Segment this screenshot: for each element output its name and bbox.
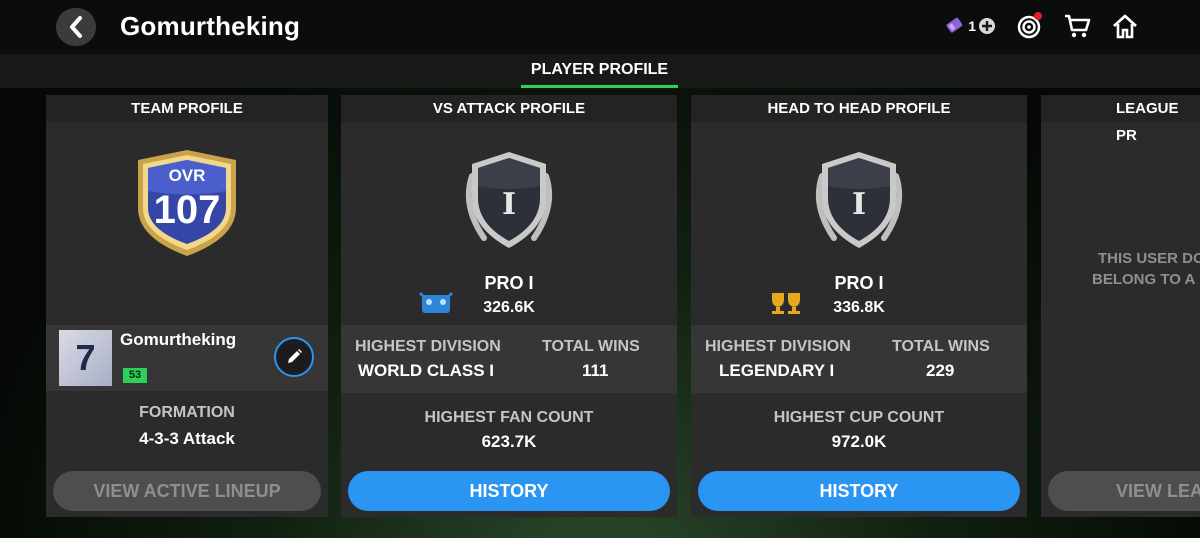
vs-attack-total-wins-value: 111 (582, 361, 609, 380)
league-profile-card: LEAGUE PR THIS USER DO BELONG TO A VIEW … (1041, 95, 1200, 517)
vs-attack-fan-count-label: HIGHEST FAN COUNT (424, 409, 594, 426)
player-name: Gomurtheking (120, 330, 237, 349)
ovr-label: OVR (169, 166, 206, 185)
head-to-head-rank: PRO I (834, 273, 884, 293)
head-to-head-total-wins-label: TOTAL WINS (892, 338, 990, 355)
tab-strip: PLAYER PROFILE (0, 54, 1200, 88)
head-to-head-highest-division-label: HIGHEST DIVISION (705, 338, 851, 355)
formation-label: FORMATION (139, 404, 235, 421)
jersey-number: 7 (75, 337, 96, 378)
level-badge: 53 (123, 368, 147, 383)
token-count: 1 (968, 18, 976, 34)
ovr-badge: OVR 107 (138, 150, 236, 256)
add-icon[interactable] (978, 17, 996, 35)
token-icon (946, 17, 963, 33)
head-to-head-history-button[interactable]: HISTORY (698, 471, 1020, 511)
pencil-icon (288, 349, 302, 363)
home-button[interactable] (1110, 11, 1140, 41)
objectives-button[interactable] (1014, 11, 1044, 41)
chevron-left-icon (70, 16, 82, 38)
view-league-button[interactable]: VIEW LEA (1048, 471, 1200, 511)
view-active-lineup-button[interactable]: VIEW ACTIVE LINEUP (53, 471, 321, 511)
head-to-head-total-wins-value: 229 (926, 361, 955, 380)
ovr-value: 107 (154, 188, 221, 232)
head-to-head-profile-card: HEAD TO HEAD PROFILE I PRO I 336.8K HIGH… (691, 95, 1027, 517)
head-to-head-stats-band (691, 325, 1027, 393)
rank-numeral: I (502, 187, 516, 222)
head-to-head-points: 336.8K (833, 299, 885, 316)
rank-numeral: I (852, 187, 866, 222)
head-to-head-highest-division-value: LEGENDARY I (719, 361, 835, 380)
head-to-head-cup-count-label: HIGHEST CUP COUNT (773, 409, 945, 426)
vs-attack-total-wins-label: TOTAL WINS (542, 338, 640, 355)
head-to-head-header: HEAD TO HEAD PROFILE (691, 95, 1027, 122)
top-icons: 1 (944, 11, 1140, 41)
vs-attack-rank: PRO I (484, 273, 534, 293)
vs-attack-points: 326.6K (483, 299, 535, 316)
notification-dot (1034, 12, 1042, 20)
league-message-line2: BELONG TO A (1092, 271, 1196, 288)
page-title: Gomurtheking (120, 11, 301, 41)
formation-value: 4-3-3 Attack (139, 429, 235, 448)
back-button[interactable] (56, 8, 96, 46)
top-bar: Gomurtheking 1 (0, 0, 1200, 54)
head-to-head-cup-count-value: 972.0K (831, 432, 887, 451)
league-message-line1: THIS USER DO (1098, 250, 1200, 267)
vs-attack-profile-card: VS ATTACK PROFILE I PRO I 326.6K HIGHEST… (341, 95, 677, 517)
league-profile-header: LEAGUE PR (1041, 95, 1200, 144)
vs-attack-highest-division-value: WORLD CLASS I (358, 361, 494, 380)
vs-attack-stats-band (341, 325, 677, 393)
tab-player-profile[interactable]: PLAYER PROFILE (521, 54, 678, 88)
store-button[interactable] (1062, 11, 1092, 41)
vs-attack-history-button[interactable]: HISTORY (348, 471, 670, 511)
rank-crest-icon: I (815, 152, 903, 248)
token-counter[interactable]: 1 (944, 15, 996, 37)
team-profile-header: TEAM PROFILE (46, 95, 328, 122)
vs-attack-fan-count-value: 623.7K (481, 432, 537, 451)
jersey-avatar: 7 (59, 330, 112, 386)
cart-icon (1065, 14, 1091, 38)
home-icon (1113, 14, 1137, 39)
vs-attack-header: VS ATTACK PROFILE (341, 95, 677, 122)
edit-button[interactable] (274, 337, 314, 377)
rank-crest-icon: I (465, 152, 553, 248)
vs-attack-highest-division-label: HIGHEST DIVISION (355, 338, 501, 355)
team-profile-card: TEAM PROFILE OVR 107 7 Gomurtheking 53 F… (46, 95, 328, 517)
